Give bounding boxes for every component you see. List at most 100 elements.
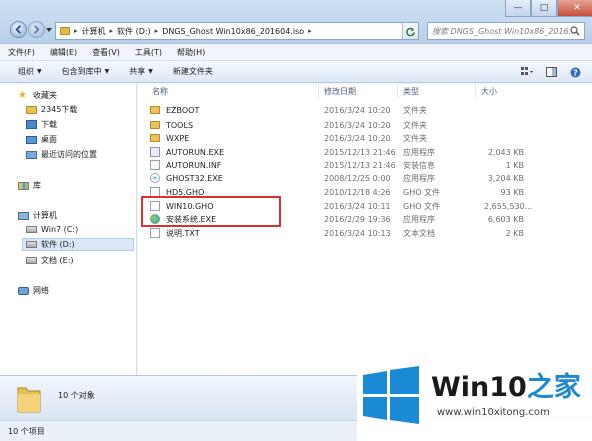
new-folder-button[interactable]: 新建文件夹 xyxy=(173,66,213,77)
menu-tools[interactable]: 工具(T) xyxy=(135,47,162,58)
include-in-library-button[interactable]: 包含到库中 ▼ xyxy=(62,66,110,77)
file-name: AUTORUN.EXE xyxy=(166,147,225,157)
file-date: 2008/12/25 0:00 xyxy=(324,173,391,183)
chevron-down-icon: ▼ xyxy=(37,68,42,75)
forward-button[interactable] xyxy=(28,21,45,38)
file-name: EZBOOT xyxy=(166,105,200,115)
include-in-library-label: 包含到库中 xyxy=(61,67,102,76)
column-header-name[interactable]: 名称 xyxy=(152,84,168,98)
nav-item-label: 文档 (E:) xyxy=(41,256,74,265)
nav-item-recent-places[interactable]: 最近访问的位置 xyxy=(26,149,97,160)
drive-icon xyxy=(26,241,37,248)
recent-places-icon xyxy=(26,150,37,159)
selection-count: 10 个对象 xyxy=(58,391,95,400)
file-type: GHO 文件 xyxy=(403,187,441,197)
folder-icon xyxy=(26,105,37,114)
menu-view[interactable]: 查看(V) xyxy=(92,47,120,58)
nav-item-downloads[interactable]: 下载 xyxy=(26,119,57,130)
file-type: 文本文档 xyxy=(403,228,435,238)
maximize-button[interactable]: □ xyxy=(531,0,557,17)
file-size: 1 KB xyxy=(505,160,524,170)
nav-item-desktop[interactable]: 桌面 xyxy=(26,134,57,145)
back-button[interactable] xyxy=(10,21,27,38)
file-size: 93 KB xyxy=(500,187,524,197)
nav-libraries[interactable]: 库 xyxy=(18,180,41,191)
minimize-button[interactable]: — xyxy=(505,0,531,17)
refresh-button[interactable] xyxy=(402,23,418,39)
preview-pane-icon xyxy=(545,67,557,77)
breadcrumb-computer[interactable]: 计算机 xyxy=(82,26,106,37)
file-date: 2015/12/13 21:46 xyxy=(324,147,396,157)
file-type: 应用程序 xyxy=(403,214,435,224)
nav-network[interactable]: 网络 xyxy=(18,285,49,296)
file-list: 名称 修改日期 类型 大小 EZBOOT 2016/3/24 10:20 文件夹… xyxy=(138,84,592,375)
breadcrumb-separator: ▸ xyxy=(154,27,159,35)
nav-favorites-label: 收藏夹 xyxy=(33,91,57,100)
breadcrumb-drive-d[interactable]: 软件 (D:) xyxy=(117,26,151,37)
file-type: 文件夹 xyxy=(403,120,427,130)
file-name: WXPE xyxy=(166,133,190,143)
nav-item-drive-c[interactable]: Win7 (C:) xyxy=(26,225,78,234)
refresh-icon xyxy=(406,27,415,36)
file-date: 2015/12/13 21:46 xyxy=(324,160,396,170)
nav-item-drive-e[interactable]: 文档 (E:) xyxy=(26,255,74,266)
watermark-brand: Win10 xyxy=(431,372,527,403)
search-input[interactable]: 搜索 DNGS_Ghost Win10x86_2016... xyxy=(427,22,585,40)
file-date: 2016/3/24 10:20 xyxy=(324,105,391,115)
nav-item-drive-d[interactable]: 软件 (D:) xyxy=(22,238,134,251)
file-type: 应用程序 xyxy=(403,173,435,183)
menu-bar: 文件(F) 编辑(E) 查看(V) 工具(T) 帮助(H) xyxy=(0,44,592,61)
file-type: 文件夹 xyxy=(403,133,427,143)
file-size: 2 KB xyxy=(505,228,524,238)
close-button[interactable]: ✕ xyxy=(557,0,592,17)
nav-item-2345-download[interactable]: 2345下载 xyxy=(26,104,77,115)
nav-item-label: 2345下载 xyxy=(41,105,78,114)
help-icon: ? xyxy=(570,67,580,77)
preview-pane-button[interactable] xyxy=(544,65,558,79)
ghost-app-icon xyxy=(150,173,160,183)
view-list-icon xyxy=(521,67,533,75)
help-button[interactable]: ? xyxy=(568,65,582,79)
column-divider[interactable] xyxy=(475,84,476,98)
library-icon xyxy=(18,181,29,190)
menu-help[interactable]: 帮助(H) xyxy=(177,47,205,58)
nav-item-label: 软件 (D:) xyxy=(41,240,75,249)
organize-button[interactable]: 组织 ▼ xyxy=(18,66,42,77)
column-header-size[interactable]: 大小 xyxy=(481,84,497,98)
column-header-date[interactable]: 修改日期 xyxy=(324,84,356,98)
nav-item-label: 最近访问的位置 xyxy=(41,150,97,159)
organize-label: 组织 xyxy=(18,67,34,76)
column-divider[interactable] xyxy=(318,84,319,98)
menu-file[interactable]: 文件(F) xyxy=(8,47,35,58)
file-size: 6,603 KB xyxy=(487,214,524,224)
column-header-type[interactable]: 类型 xyxy=(403,84,419,98)
watermark-url: www.win10xitong.com xyxy=(437,407,550,418)
arrow-left-icon xyxy=(15,25,21,34)
setup-info-icon xyxy=(150,160,160,170)
network-icon xyxy=(18,286,29,295)
address-bar[interactable]: ▸ 计算机 ▸ 软件 (D:) ▸ DNGS_Ghost Win10x86_20… xyxy=(55,22,419,40)
file-date: 2016/2/29 19:36 xyxy=(324,214,391,224)
change-view-button[interactable] xyxy=(520,65,534,79)
recent-pages-dropdown-icon[interactable] xyxy=(46,27,52,33)
chevron-down-icon: ▼ xyxy=(148,68,153,75)
file-name: GHOST32.EXE xyxy=(166,173,223,183)
windows-logo-icon xyxy=(363,366,419,424)
menu-edit[interactable]: 编辑(E) xyxy=(50,47,77,58)
folder-icon xyxy=(150,121,160,129)
file-date: 2010/12/18 4:26 xyxy=(324,187,391,197)
column-divider[interactable] xyxy=(397,84,398,98)
address-bar-area: — □ ✕ ▸ 计算机 ▸ 软件 (D:) ▸ DNGS_Ghost Win10… xyxy=(0,0,592,44)
breadcrumb-iso-folder[interactable]: DNGS_Ghost Win10x86_201604.iso xyxy=(162,27,304,36)
watermark-brand-zh: 之家 xyxy=(526,372,581,403)
nav-computer[interactable]: 计算机 xyxy=(18,210,57,221)
folder-icon xyxy=(150,134,160,142)
file-date: 2016/3/24 10:20 xyxy=(324,120,391,130)
item-count: 10 个项目 xyxy=(8,427,45,436)
file-type: 应用程序 xyxy=(403,147,435,157)
share-button[interactable]: 共享 ▼ xyxy=(129,66,153,77)
search-placeholder: 搜索 DNGS_Ghost Win10x86_2016... xyxy=(432,26,577,36)
nav-favorites[interactable]: ★ 收藏夹 xyxy=(18,90,57,101)
folder-icon xyxy=(60,27,70,35)
file-size: 3,204 KB xyxy=(487,173,524,183)
